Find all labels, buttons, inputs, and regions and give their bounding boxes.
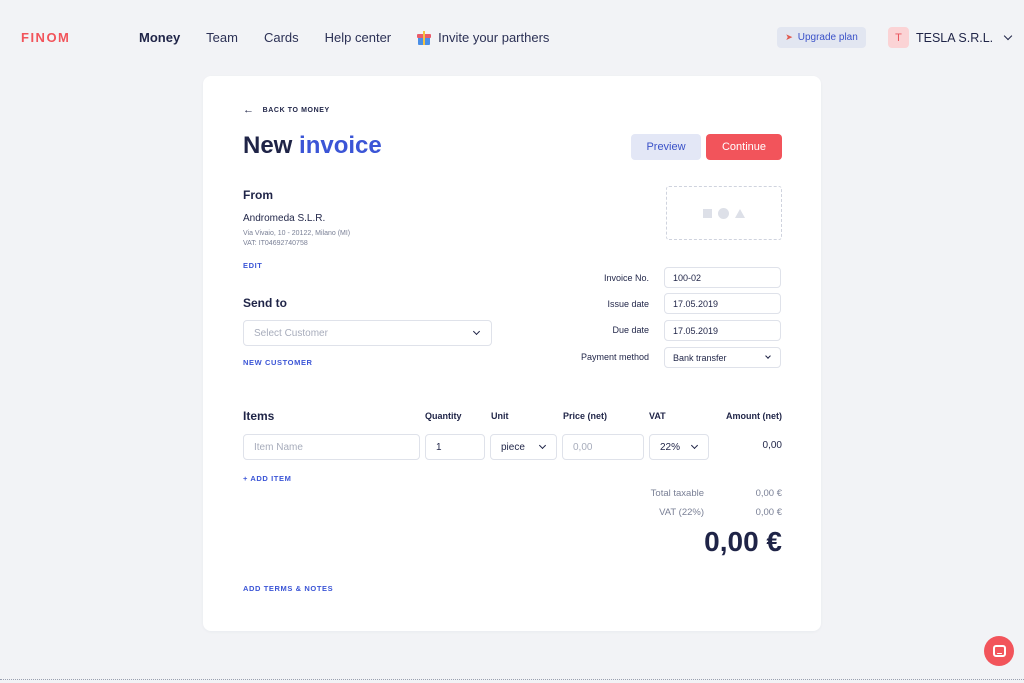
continue-button[interactable]: Continue — [706, 134, 782, 160]
customer-select-placeholder: Select Customer — [254, 327, 328, 339]
customer-select[interactable]: Select Customer — [243, 320, 492, 346]
square-icon — [703, 208, 712, 218]
nav-item-money[interactable]: Money — [139, 30, 180, 45]
payment-method-value: Bank transfer — [673, 352, 727, 363]
avatar: T — [888, 27, 909, 48]
finom-logo[interactable]: FINOM — [21, 30, 70, 45]
from-vat: VAT: IT04692740758 — [243, 240, 308, 247]
due-date-input[interactable] — [664, 320, 781, 341]
payment-method-label: Payment method — [580, 352, 649, 362]
items-heading: Items — [243, 409, 275, 423]
total-taxable-label: Total taxable — [650, 488, 704, 499]
preview-button[interactable]: Preview — [631, 134, 701, 160]
chevron-down-icon — [765, 353, 771, 359]
from-address-block: Via Vivaio, 10 - 20122, Milano (MI) VAT:… — [243, 229, 350, 249]
edit-link[interactable]: EDIT — [243, 261, 262, 270]
rocket-icon: ➤ — [785, 32, 793, 42]
chevron-down-icon — [538, 441, 547, 450]
payment-method-select[interactable]: Bank transfer — [664, 347, 781, 368]
title-part-invoice: invoice — [299, 132, 382, 159]
nav-item-help-center[interactable]: Help center — [325, 30, 391, 45]
new-customer-link[interactable]: NEW CUSTOMER — [243, 358, 313, 367]
price-input[interactable]: 0,00 — [562, 434, 644, 460]
nav-item-invite[interactable]: Invite your parthers — [417, 30, 549, 45]
nav-item-cards[interactable]: Cards — [264, 30, 299, 45]
vat-value: 22% — [660, 441, 681, 453]
chevron-down-icon — [690, 441, 699, 450]
from-company: Andromeda S.L.R. — [243, 213, 326, 224]
vat-total-label: VAT (22%) — [659, 507, 704, 518]
quantity-input[interactable]: 1 — [425, 434, 485, 460]
invoice-no-label: Invoice No. — [603, 273, 649, 283]
main-nav: Money Team Cards Help center Invite your… — [139, 30, 575, 45]
arrow-left-icon: ← — [243, 104, 255, 116]
back-to-money-link[interactable]: ← BACK TO MONEY — [243, 104, 330, 116]
col-unit: Unit — [491, 411, 509, 421]
col-price: Price (net) — [563, 411, 608, 421]
nav-item-team[interactable]: Team — [206, 30, 238, 45]
triangle-icon — [735, 208, 745, 218]
from-heading: From — [243, 188, 273, 202]
title-part-new: New — [243, 132, 293, 159]
chat-button[interactable] — [984, 636, 1014, 666]
unit-value: piece — [501, 441, 525, 453]
col-amount: Amount (net) — [726, 411, 782, 421]
circle-icon — [718, 207, 729, 219]
item-name-input[interactable]: Item Name — [243, 434, 420, 460]
add-item-link[interactable]: + ADD ITEM — [243, 474, 291, 483]
invite-label: Invite your parthers — [438, 30, 550, 45]
chat-icon — [992, 645, 1006, 657]
item-amount: 0,00 — [762, 440, 782, 451]
account-menu[interactable]: T TESLA S.R.L. — [888, 27, 1013, 48]
top-bar: FINOM Money Team Cards Help center Invit… — [0, 0, 1024, 76]
upgrade-plan-button[interactable]: ➤ Upgrade plan — [777, 27, 866, 48]
grand-total: 0,00 € — [704, 526, 782, 557]
chevron-down-icon — [1003, 31, 1013, 41]
gift-icon — [417, 30, 432, 45]
invoice-card: ← BACK TO MONEY New invoice Preview Cont… — [203, 76, 821, 631]
vat-total-value: 0,00 € — [755, 507, 782, 518]
add-terms-notes-link[interactable]: ADD TERMS & NOTES — [243, 584, 333, 593]
vat-select[interactable]: 22% — [649, 434, 709, 460]
due-date-label: Due date — [612, 325, 649, 335]
bottom-divider — [0, 679, 1024, 680]
upgrade-label: Upgrade plan — [797, 32, 858, 43]
total-taxable-value: 0,00 € — [755, 488, 782, 499]
account-name: TESLA S.R.L. — [916, 30, 994, 45]
col-vat: VAT — [649, 411, 666, 421]
back-label: BACK TO MONEY — [262, 106, 330, 114]
unit-select[interactable]: piece — [490, 434, 557, 460]
chevron-down-icon — [472, 327, 481, 336]
from-address: Via Vivaio, 10 - 20122, Milano (MI) — [243, 230, 351, 237]
logo-upload-area[interactable] — [666, 186, 782, 240]
invoice-no-input[interactable] — [664, 267, 781, 288]
page-title: New invoice — [243, 132, 382, 160]
issue-date-input[interactable] — [664, 293, 781, 314]
col-quantity: Quantity — [425, 411, 462, 421]
send-to-heading: Send to — [243, 296, 287, 310]
issue-date-label: Issue date — [607, 299, 649, 309]
